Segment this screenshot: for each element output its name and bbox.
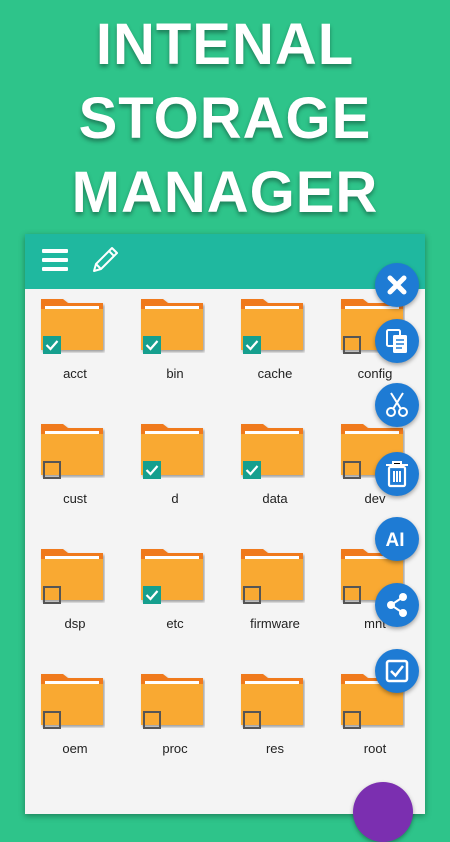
copy-button[interactable] — [375, 319, 419, 363]
close-button[interactable] — [375, 263, 419, 307]
folder-name: cust — [63, 491, 87, 506]
toolbar — [25, 234, 425, 289]
rename-icon: AI — [386, 530, 405, 551]
delete-button[interactable] — [375, 452, 419, 496]
checkbox-unchecked[interactable] — [343, 586, 361, 604]
checkbox-checked[interactable] — [143, 336, 161, 354]
checkbox-unchecked[interactable] — [243, 711, 261, 729]
checkbox-checked[interactable] — [243, 461, 261, 479]
folder-item[interactable]: proc — [125, 664, 225, 784]
copy-icon — [386, 329, 407, 353]
share-icon — [387, 593, 407, 617]
folder-name: res — [265, 741, 285, 756]
close-icon — [387, 275, 407, 295]
checkbox-unchecked[interactable] — [343, 336, 361, 354]
folder-name: d — [171, 491, 179, 506]
folder-name: proc — [162, 741, 188, 756]
folder-item[interactable]: cust — [25, 414, 125, 534]
folder-item[interactable]: acct — [25, 289, 125, 409]
folder-name: oem — [62, 741, 88, 756]
checkbox-checked[interactable] — [143, 586, 161, 604]
fab-more-button[interactable] — [353, 782, 413, 842]
checkbox-unchecked[interactable] — [43, 461, 61, 479]
folder-item[interactable]: d — [125, 414, 225, 534]
menu-icon[interactable] — [40, 245, 70, 275]
rename-icon-label: AI — [386, 530, 405, 551]
folder-name: root — [363, 741, 387, 756]
folder-item[interactable]: oem — [25, 664, 125, 784]
checkbox-unchecked[interactable] — [43, 586, 61, 604]
checkbox-unchecked[interactable] — [343, 461, 361, 479]
folder-item[interactable]: bin — [125, 289, 225, 409]
scissors-icon — [386, 392, 408, 417]
select-all-button[interactable] — [375, 649, 419, 693]
checkbox-icon — [385, 659, 409, 683]
checkbox-checked[interactable] — [43, 336, 61, 354]
folder-name: firmware — [250, 616, 300, 631]
folder-item[interactable]: res — [225, 664, 325, 784]
folder-name: cache — [257, 366, 293, 381]
folder-item[interactable]: data — [225, 414, 325, 534]
rename-button[interactable]: AI — [375, 517, 419, 561]
cut-button[interactable] — [375, 383, 419, 427]
folder-item[interactable]: etc — [125, 539, 225, 659]
folder-name: dsp — [64, 616, 86, 631]
checkbox-unchecked[interactable] — [143, 711, 161, 729]
checkbox-unchecked[interactable] — [343, 711, 361, 729]
folder-name: bin — [166, 366, 184, 381]
file-grid: acct bin cache config cust d data dev dsp etc firm… — [25, 289, 425, 814]
edit-icon[interactable] — [88, 243, 122, 277]
checkbox-unchecked[interactable] — [243, 586, 261, 604]
folder-name: data — [262, 491, 288, 506]
checkbox-unchecked[interactable] — [43, 711, 61, 729]
folder-name: acct — [63, 366, 87, 381]
folder-item[interactable]: firmware — [225, 539, 325, 659]
app-window: acct bin cache config cust d data dev dsp etc firm… — [25, 234, 425, 814]
checkbox-checked[interactable] — [143, 461, 161, 479]
promo-title: INTENAL STORAGE MANAGER — [71, 12, 379, 225]
folder-item[interactable]: cache — [225, 289, 325, 409]
trash-icon — [386, 461, 408, 488]
share-button[interactable] — [375, 583, 419, 627]
folder-item[interactable]: dsp — [25, 539, 125, 659]
checkbox-checked[interactable] — [243, 336, 261, 354]
folder-name: etc — [166, 616, 184, 631]
folder-name: config — [357, 366, 393, 381]
